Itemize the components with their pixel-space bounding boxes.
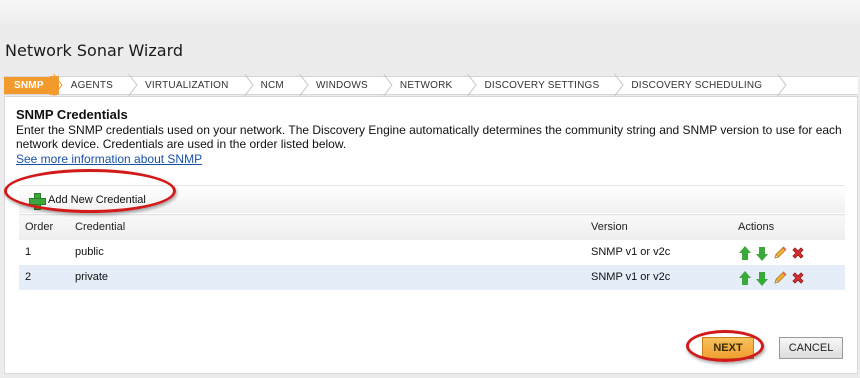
arrow-down-icon[interactable] <box>755 271 770 286</box>
column-header-credential: Credential <box>69 214 585 240</box>
wizard-step-label: WINDOWS <box>315 80 368 91</box>
table-header-row: Order Credential Version Actions <box>19 214 845 240</box>
row-actions <box>738 268 845 286</box>
wizard-step-virtualization[interactable]: VIRTUALIZATION <box>133 77 249 94</box>
page-title: Network Sonar Wizard <box>5 41 184 60</box>
next-button[interactable]: NEXT <box>702 337 754 359</box>
cell-actions <box>732 264 845 290</box>
arrow-up-icon[interactable] <box>738 245 753 261</box>
snmp-credentials-panel: SNMP Credentials Enter the SNMP credenti… <box>4 96 858 374</box>
pencil-icon[interactable] <box>772 245 788 261</box>
arrow-down-icon[interactable] <box>755 246 770 261</box>
cell-credential: public <box>69 239 585 265</box>
cell-version: SNMP v1 or v2c <box>585 239 732 265</box>
x-icon[interactable] <box>790 245 806 261</box>
wizard-step-label: NCM <box>260 80 284 91</box>
wizard-step-snmp[interactable]: SNMP <box>4 76 59 95</box>
cell-order: 1 <box>19 239 69 265</box>
wizard-step-label: VIRTUALIZATION <box>145 80 229 91</box>
wizard-step-discovery-scheduling[interactable]: DISCOVERY SCHEDULING <box>619 77 782 94</box>
table-row[interactable]: 2 private SNMP v1 or v2c <box>19 264 845 290</box>
wizard-breadcrumb: SNMP AGENTS VIRTUALIZATION NCM WINDOWS N… <box>4 76 858 95</box>
cancel-button[interactable]: CANCEL <box>779 337 843 359</box>
wizard-step-discovery-settings[interactable]: DISCOVERY SETTINGS <box>472 77 619 94</box>
column-header-actions: Actions <box>732 214 845 240</box>
chevron-right-icon <box>296 76 304 95</box>
row-actions <box>738 243 845 261</box>
cell-actions <box>732 239 845 265</box>
add-new-credential-button[interactable]: Add New Credential <box>29 190 146 210</box>
wizard-step-label: NETWORK <box>399 80 453 91</box>
wizard-step-label: DISCOVERY SETTINGS <box>484 80 600 91</box>
section-title: SNMP Credentials <box>16 107 128 122</box>
cell-credential: private <box>69 264 585 290</box>
chevron-right-icon <box>380 76 388 95</box>
section-description: Enter the SNMP credentials used on your … <box>16 123 842 151</box>
chevron-right-icon <box>774 76 782 95</box>
chevron-right-icon <box>241 76 249 95</box>
chevron-right-icon <box>125 76 133 95</box>
credentials-toolbar: Add New Credential <box>19 185 845 213</box>
credentials-table: Order Credential Version Actions 1 publi… <box>19 214 845 290</box>
chevron-right-icon <box>49 76 59 95</box>
plus-icon <box>29 192 46 210</box>
cell-order: 2 <box>19 264 69 290</box>
column-header-order: Order <box>19 214 69 240</box>
pencil-icon[interactable] <box>772 270 788 286</box>
chevron-right-icon <box>611 76 619 95</box>
arrow-up-icon[interactable] <box>738 270 753 286</box>
wizard-step-ncm[interactable]: NCM <box>249 77 304 94</box>
wizard-step-label: AGENTS <box>70 80 114 91</box>
wizard-step-network[interactable]: NETWORK <box>388 77 473 94</box>
wizard-step-label: SNMP <box>14 80 44 91</box>
wizard-step-windows[interactable]: WINDOWS <box>304 77 388 94</box>
cell-version: SNMP v1 or v2c <box>585 264 732 290</box>
column-header-version: Version <box>585 214 732 240</box>
wizard-step-label: DISCOVERY SCHEDULING <box>631 80 763 91</box>
more-info-link[interactable]: See more information about SNMP <box>16 152 202 166</box>
wizard-step-agents[interactable]: AGENTS <box>59 77 133 94</box>
add-button-label: Add New Credential <box>48 194 146 206</box>
x-icon[interactable] <box>790 270 806 286</box>
table-row[interactable]: 1 public SNMP v1 or v2c <box>19 239 845 265</box>
window-top-strip <box>0 0 860 24</box>
chevron-right-icon <box>464 76 472 95</box>
